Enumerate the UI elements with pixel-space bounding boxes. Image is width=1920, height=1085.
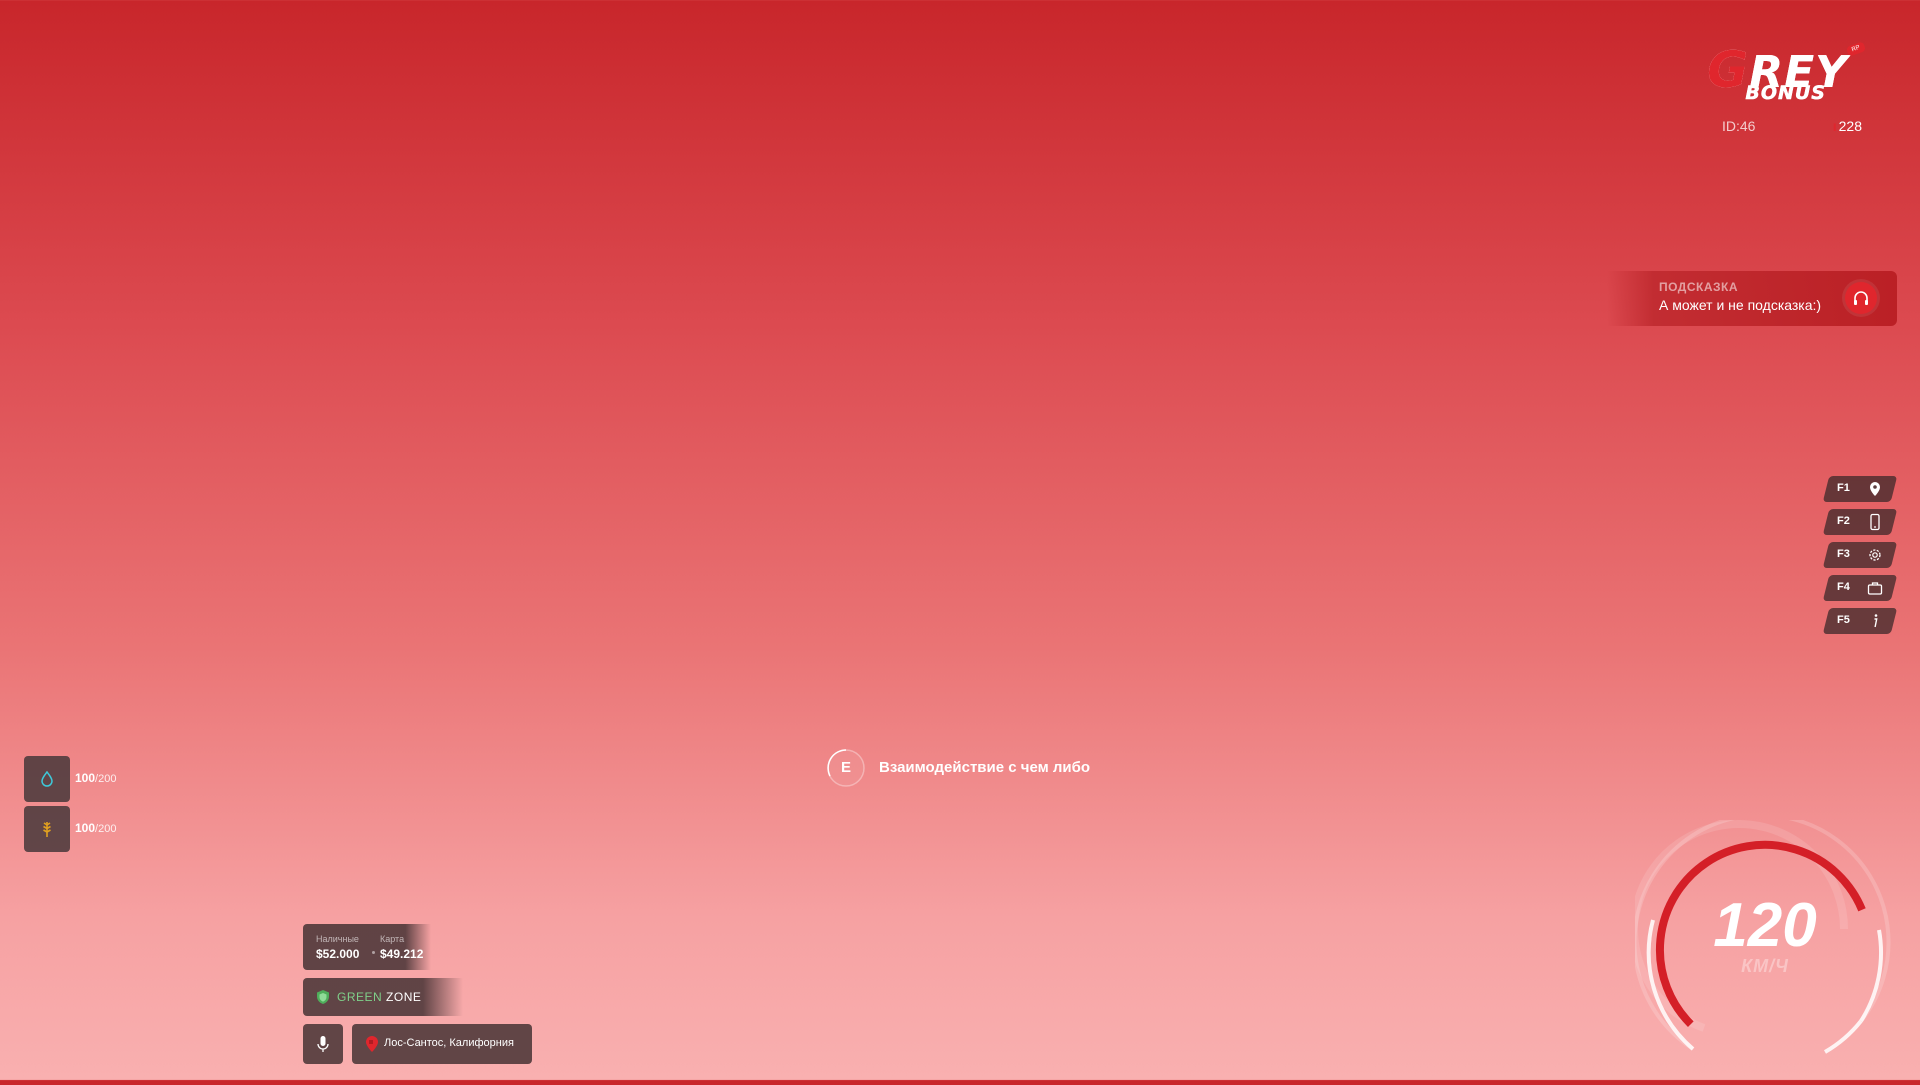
- server-logo: GREY BONUS RP: [1690, 41, 1870, 108]
- money-separator: [372, 951, 375, 954]
- zone-word-green: GREEN: [337, 990, 383, 1004]
- interact-key[interactable]: E: [826, 748, 866, 788]
- water-stat: 100/200: [24, 756, 164, 802]
- logo-word-bonus: BONUS: [1745, 82, 1826, 104]
- wheat-icon: [43, 822, 51, 837]
- card-value: $49.212: [380, 947, 424, 961]
- zone-text: GREEN ZONE: [337, 990, 421, 1004]
- online-count-value: 228: [1838, 118, 1862, 134]
- interaction-prompt: E Взаимодействие с чем либо: [826, 748, 1126, 788]
- player-id: ID:46: [1722, 118, 1756, 134]
- hotkey-panel: F1 F2 F3 F4 F5: [1822, 476, 1898, 641]
- hotkey-label: F2: [1837, 515, 1850, 527]
- hotkey-f3[interactable]: F3: [1822, 542, 1898, 568]
- card-label: Карта: [380, 934, 405, 944]
- hotkey-f1[interactable]: F1: [1822, 476, 1898, 502]
- food-stat-box: [24, 806, 70, 852]
- water-stat-value: 100/200: [75, 771, 116, 785]
- food-stat-value: 100/200: [75, 821, 116, 835]
- location-panel: Лос-Сантос, Калифорния: [352, 1024, 532, 1064]
- interact-key-label: E: [840, 759, 851, 776]
- hotkey-f2[interactable]: F2: [1822, 509, 1898, 535]
- logo-letter-g: G: [1707, 41, 1750, 99]
- location-pin-icon: [366, 1036, 378, 1052]
- hotkey-label: F1: [1837, 482, 1850, 494]
- money-panel: Наличные $52.000 Карта $49.212: [303, 924, 431, 970]
- gear-icon: [1869, 549, 1881, 561]
- cash-label: Наличные: [316, 934, 359, 944]
- hint-panel: ПОДСКАЗКА А может и не подсказка:): [1607, 271, 1897, 326]
- online-icon: ı: [1832, 118, 1837, 134]
- microphone-icon: [317, 1036, 329, 1052]
- hint-text: А может и не подсказка:): [1659, 297, 1822, 313]
- bag-icon: [1867, 582, 1883, 595]
- shield-icon: [317, 990, 329, 1004]
- logo-badge: RP: [1845, 41, 1867, 57]
- info-icon: [1874, 614, 1878, 628]
- speed-value: 120: [1713, 891, 1817, 960]
- voice-chat-button[interactable]: [303, 1024, 343, 1064]
- food-max: /200: [95, 823, 117, 835]
- online-count: ı 228: [1833, 118, 1862, 134]
- hint-title: ПОДСКАЗКА: [1659, 280, 1739, 294]
- hotkey-label: F3: [1837, 548, 1850, 560]
- player-info: ID:46 ı 228: [1722, 118, 1862, 138]
- headphones-icon[interactable]: [1845, 282, 1877, 314]
- water-drop-icon: [41, 770, 53, 787]
- food-current: 100: [75, 821, 96, 835]
- water-max: /200: [95, 773, 117, 785]
- hotkey-f5[interactable]: F5: [1822, 608, 1898, 634]
- speedometer: 120 КМ/Ч: [1630, 813, 1895, 1080]
- speed-arc-right-lower: [1823, 1019, 1863, 1054]
- zone-badge: GREEN ZONE: [303, 978, 463, 1016]
- speed-unit: КМ/Ч: [1741, 956, 1789, 976]
- hotkey-label: F5: [1837, 614, 1850, 626]
- map-pin-icon: [1870, 482, 1880, 496]
- food-stat: 100/200: [24, 806, 164, 852]
- zone-word-zone: ZONE: [386, 990, 422, 1004]
- cash-value: $52.000: [316, 947, 360, 961]
- phone-icon: [1870, 513, 1880, 531]
- water-current: 100: [75, 771, 96, 785]
- water-stat-box: [24, 756, 70, 802]
- hotkey-f4[interactable]: F4: [1822, 575, 1898, 601]
- interaction-text: Взаимодействие с чем либо: [879, 759, 1091, 776]
- location-text: Лос-Сантос, Калифорния: [384, 1037, 514, 1049]
- hotkey-label: F4: [1837, 581, 1850, 593]
